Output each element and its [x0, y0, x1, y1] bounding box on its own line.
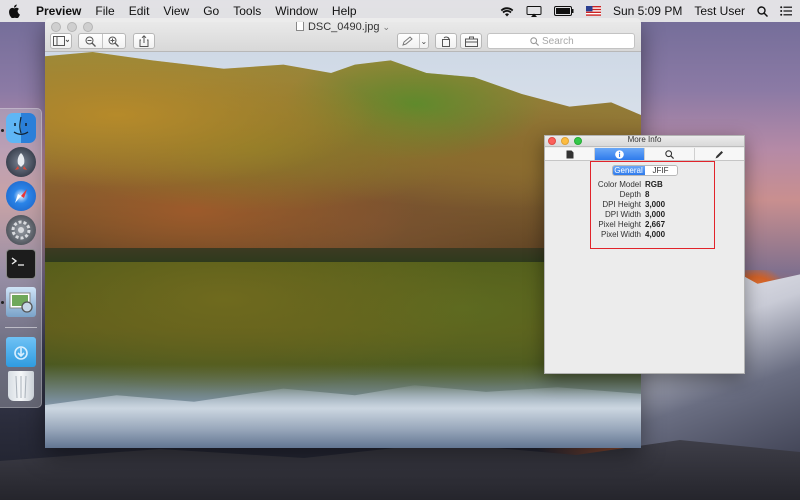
search-input[interactable] — [542, 35, 592, 47]
zoom-out-icon — [85, 36, 96, 47]
tab-general-info[interactable] — [545, 148, 595, 160]
property-row: Pixel Height 2,667 — [545, 219, 744, 229]
document-title[interactable]: DSC_0490.jpg ⌄ — [45, 21, 641, 33]
menu-clock[interactable]: Sun 5:09 PM — [613, 4, 682, 18]
dock — [0, 108, 42, 408]
document-icon — [295, 21, 304, 31]
property-row: DPI Height 3,000 — [545, 199, 744, 209]
chevron-down-icon: ⌄ — [382, 22, 391, 32]
property-key: Color Model — [597, 179, 641, 189]
inspector-tabs — [545, 148, 744, 161]
markup-controls: ⌄ — [397, 33, 429, 49]
system-preferences-icon[interactable] — [6, 215, 36, 245]
property-row: Pixel Width 4,000 — [545, 229, 744, 239]
terminal-icon[interactable] — [6, 249, 36, 279]
menu-window[interactable]: Window — [275, 4, 318, 18]
launchpad-icon[interactable] — [6, 147, 36, 177]
more-info-icon — [615, 149, 624, 159]
menu-help[interactable]: Help — [332, 4, 357, 18]
general-info-icon — [566, 150, 573, 158]
markup-button[interactable] — [398, 34, 419, 48]
tab-more-info[interactable] — [595, 148, 645, 160]
markup-dropdown-button[interactable]: ⌄ — [418, 34, 428, 48]
dock-running-indicator-preview — [1, 301, 4, 304]
menu-user[interactable]: Test User — [694, 4, 745, 18]
notification-center-icon[interactable] — [780, 6, 792, 16]
property-value: 8 — [645, 189, 650, 199]
property-value: 3,000 — [645, 199, 666, 209]
zoom-controls — [78, 33, 126, 49]
airplay-icon[interactable] — [526, 5, 542, 17]
more-info-title: More Info — [627, 135, 662, 144]
dock-separator — [5, 327, 37, 328]
more-info-panel: More Info General JFIF Color Model RGB De… — [544, 135, 745, 374]
share-icon — [139, 35, 149, 47]
trash-icon[interactable] — [8, 371, 34, 401]
property-value: 3,000 — [645, 209, 666, 219]
property-value: RGB — [645, 179, 663, 189]
us-flag-icon[interactable] — [585, 6, 601, 16]
more-info-titlebar: More Info — [545, 135, 744, 147]
search-icon — [530, 36, 539, 46]
edit-icon — [715, 150, 723, 158]
property-key: DPI Height — [602, 199, 641, 209]
property-row: Color Model RGB — [545, 179, 744, 189]
segment-jfif[interactable]: JFIF — [644, 166, 677, 175]
share-button[interactable] — [133, 33, 155, 49]
sidebar-icon — [53, 36, 69, 46]
zoom-in-button[interactable] — [101, 34, 125, 48]
finder-icon[interactable] — [6, 113, 36, 143]
menu-file[interactable]: File — [95, 4, 114, 18]
preview-titlebar: DSC_0490.jpg ⌄ ⌄ — [45, 18, 641, 52]
menu-edit[interactable]: Edit — [129, 4, 150, 18]
info-segmented-control: General JFIF — [611, 165, 678, 176]
apple-menu-icon[interactable] — [8, 3, 22, 19]
rotate-icon — [442, 36, 450, 47]
search-field[interactable] — [487, 33, 635, 49]
menu-tools[interactable]: Tools — [233, 4, 261, 18]
toolbox-button[interactable] — [460, 33, 482, 49]
menu-bar: Preview File Edit View Go Tools Window H… — [0, 0, 800, 22]
property-key: Pixel Height — [598, 219, 641, 229]
status-area: Sun 5:09 PM Test User — [500, 4, 792, 18]
rotate-button[interactable] — [435, 33, 457, 49]
properties-list: Color Model RGB Depth 8 DPI Height 3,000 DP… — [545, 179, 744, 239]
sidebar-toggle-button[interactable] — [50, 33, 72, 49]
search-icon — [665, 149, 674, 159]
spotlight-icon[interactable] — [757, 5, 768, 17]
segment-general[interactable]: General — [612, 166, 645, 175]
property-key: DPI Width — [604, 209, 641, 219]
mountain-range — [0, 440, 800, 500]
property-row: DPI Width 3,000 — [545, 209, 744, 219]
dock-running-indicator — [1, 129, 4, 132]
property-key: Pixel Width — [600, 229, 641, 239]
document-title-text: DSC_0490.jpg — [307, 21, 380, 33]
zoom-out-button[interactable] — [79, 34, 102, 48]
property-row: Depth 8 — [545, 189, 744, 199]
toolbox-icon — [464, 36, 478, 47]
pen-icon — [402, 36, 414, 46]
property-key: Depth — [619, 189, 641, 199]
tab-edit[interactable] — [695, 148, 744, 160]
wifi-icon[interactable] — [500, 6, 514, 17]
safari-icon[interactable] — [6, 181, 36, 211]
property-value: 2,667 — [645, 219, 666, 229]
menu-app-name[interactable]: Preview — [36, 4, 81, 18]
property-value: 4,000 — [645, 229, 666, 239]
battery-icon[interactable] — [553, 6, 574, 16]
menu-go[interactable]: Go — [203, 4, 219, 18]
menu-view[interactable]: View — [163, 4, 189, 18]
tab-search[interactable] — [645, 148, 695, 160]
zoom-in-icon — [108, 36, 120, 47]
preview-icon[interactable] — [6, 287, 36, 317]
downloads-folder-icon[interactable] — [6, 337, 36, 367]
